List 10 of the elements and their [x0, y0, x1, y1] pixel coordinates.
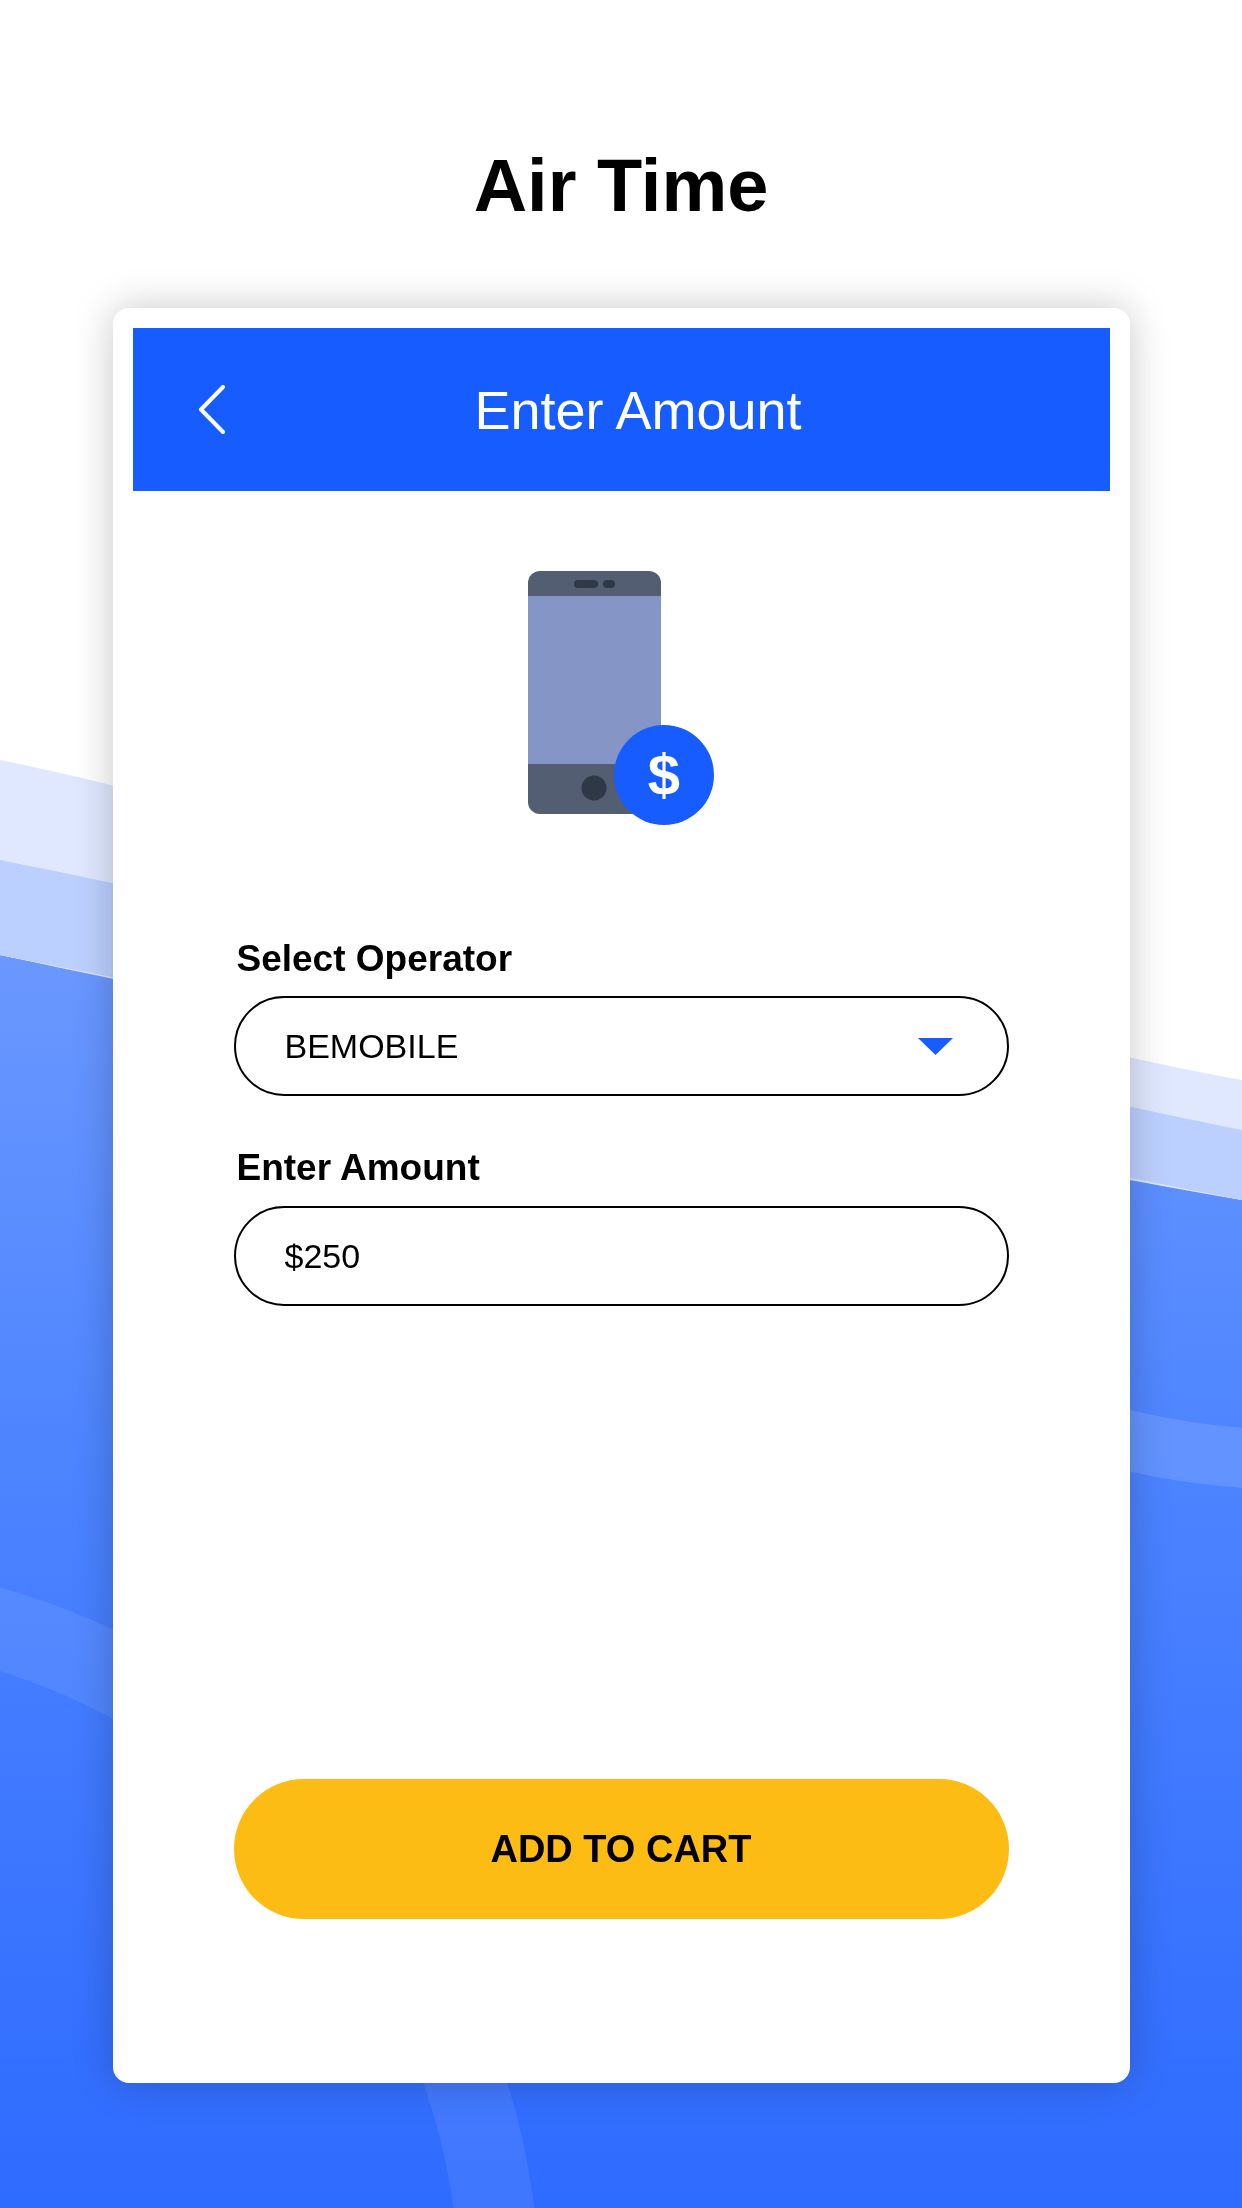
- amount-input[interactable]: $250: [233, 1206, 1009, 1306]
- field-label: Select Operator: [235, 940, 513, 977]
- chevron-left-icon[interactable]: [197, 385, 226, 434]
- caret-down-icon: [917, 1037, 953, 1055]
- header-title: Enter Amount: [474, 382, 802, 437]
- field-label: Enter Amount: [235, 1149, 480, 1186]
- add-to-cart-button[interactable]: ADD TO CART: [233, 1779, 1009, 1919]
- page-title: Air Time: [473, 149, 769, 223]
- operator-dropdown[interactable]: BEMOBILE: [233, 996, 1009, 1096]
- dollar-coin-badge: $: [614, 725, 714, 825]
